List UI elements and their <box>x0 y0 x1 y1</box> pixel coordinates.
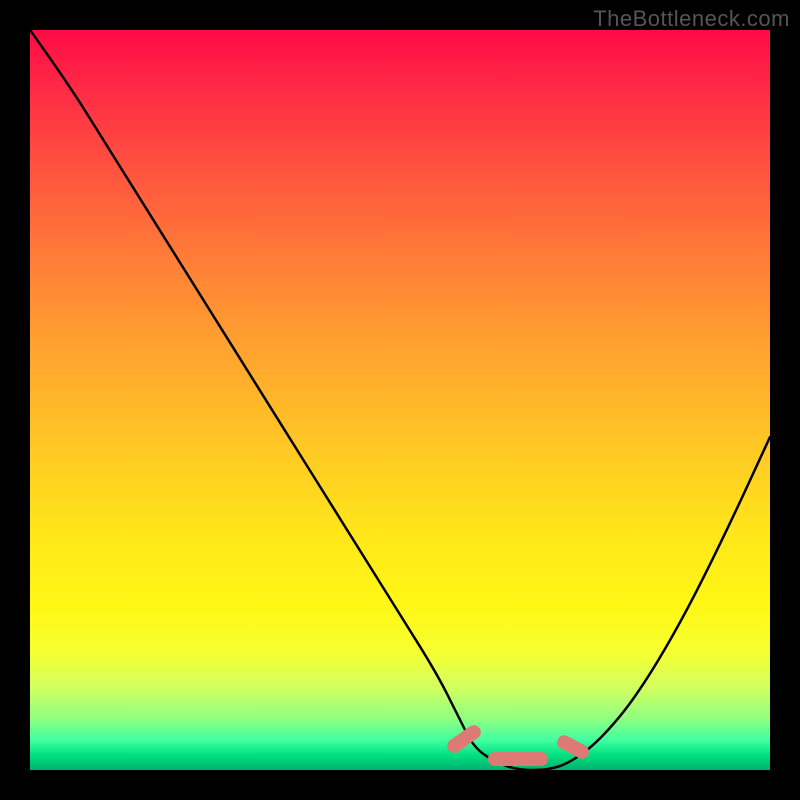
chart-plot-area <box>30 30 770 770</box>
attribution-text: TheBottleneck.com <box>593 6 790 32</box>
optimal-marker-mid <box>488 752 548 766</box>
bottleneck-curve <box>30 30 770 770</box>
